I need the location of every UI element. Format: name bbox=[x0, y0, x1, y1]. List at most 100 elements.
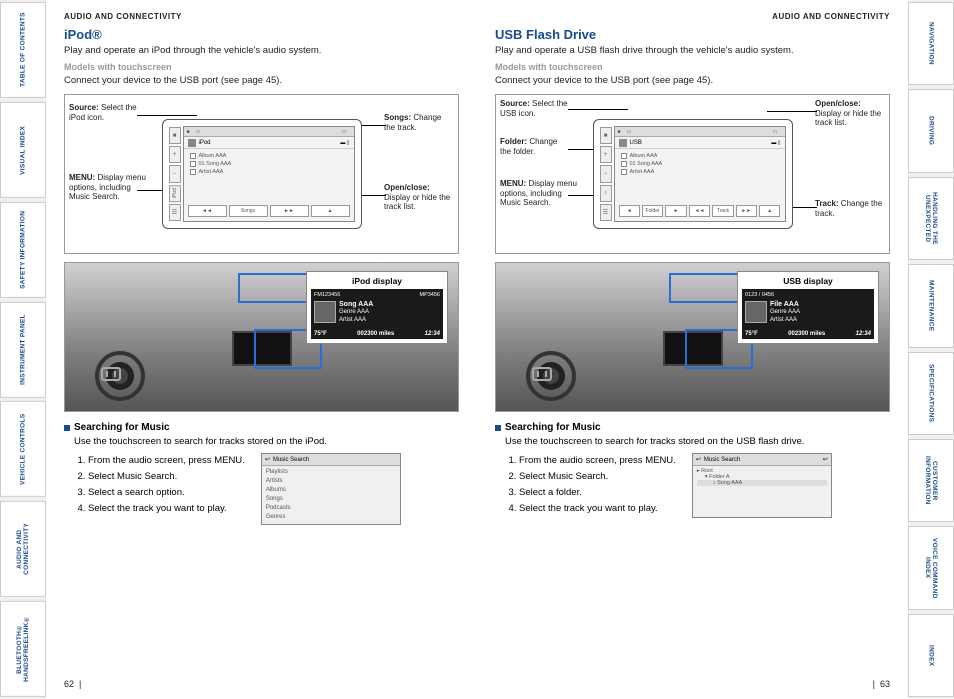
now-playing-title: Song AAA bbox=[339, 300, 373, 309]
honda-logo-icon bbox=[532, 367, 552, 381]
section-title-ipod: iPod® bbox=[64, 27, 459, 42]
tab-maintenance[interactable]: MAINTENANCE bbox=[908, 264, 954, 347]
side-btn[interactable]: ☰ bbox=[600, 204, 612, 221]
usb-icon bbox=[619, 139, 627, 147]
folder-prev-button[interactable]: ◄ bbox=[619, 205, 640, 217]
connect-text: Connect your device to the USB port (see… bbox=[64, 75, 459, 86]
side-btn[interactable]: ■ bbox=[169, 127, 181, 144]
side-btn[interactable]: + bbox=[169, 146, 181, 163]
subsection-searching: Searching for Music bbox=[495, 422, 890, 433]
connect-text: Connect your device to the USB port (see… bbox=[495, 75, 890, 86]
side-btn[interactable]: ■ bbox=[600, 127, 612, 144]
prev-button[interactable]: ◄◄ bbox=[188, 205, 227, 217]
step: Select a search option. bbox=[88, 485, 245, 501]
next-button[interactable]: ►► bbox=[270, 205, 309, 217]
step: Select the track you want to play. bbox=[519, 501, 676, 517]
side-btn[interactable]: − bbox=[600, 165, 612, 182]
album-art-icon bbox=[745, 301, 767, 323]
music-search-screenshot: ↩Music Search↩ ▸ Root ▾ Folder A ♪ Song … bbox=[692, 453, 832, 518]
searching-body: Use the touchscreen to search for tracks… bbox=[64, 436, 459, 447]
tab-bluetooth[interactable]: BLUETOOTH® HANDSFREELINK® bbox=[0, 601, 46, 697]
step: Select the track you want to play. bbox=[88, 501, 245, 517]
step: Select Music Search. bbox=[519, 469, 676, 485]
now-playing-title: File AAA bbox=[770, 300, 800, 309]
subhead-models: Models with touchscreen bbox=[64, 62, 459, 72]
side-btn[interactable]: − bbox=[169, 165, 181, 182]
track-next-button[interactable]: ►► bbox=[736, 205, 757, 217]
closeup-title: iPod display bbox=[311, 276, 443, 286]
tab-audio-connectivity[interactable]: AUDIO AND CONNECTIVITY bbox=[0, 501, 46, 597]
tab-safety[interactable]: SAFETY INFORMATION bbox=[0, 202, 46, 298]
screen-sidebar: ■ + − iPod ☰ bbox=[169, 126, 181, 222]
left-tab-rail: TABLE OF CONTENTS VISUAL INDEX SAFETY IN… bbox=[0, 0, 46, 699]
section-title-usb: USB Flash Drive bbox=[495, 27, 890, 42]
page-spread: AUDIO AND CONNECTIVITY iPod® Play and op… bbox=[46, 0, 908, 699]
page-left: AUDIO AND CONNECTIVITY iPod® Play and op… bbox=[46, 0, 477, 699]
callout-menu: MENU: Display menu options, including Mu… bbox=[69, 173, 149, 202]
tab-instrument[interactable]: INSTRUMENT PANEL bbox=[0, 302, 46, 398]
track-prev-button[interactable]: ◄◄ bbox=[689, 205, 710, 217]
tab-driving[interactable]: DRIVING bbox=[908, 89, 954, 172]
subhead-models: Models with touchscreen bbox=[495, 62, 890, 72]
intro-text: Play and operate an iPod through the veh… bbox=[64, 45, 459, 56]
track-list: Album AAA 01 Song AAA Artist AAA bbox=[615, 149, 785, 179]
openclose-button[interactable]: ▲ bbox=[311, 205, 350, 217]
dashboard-photo: USB display 0123 / 0456 File AAA Genre A… bbox=[495, 262, 890, 412]
track-button[interactable]: Track bbox=[712, 205, 733, 217]
intro-text: Play and operate a USB flash drive throu… bbox=[495, 45, 890, 56]
tab-navigation[interactable]: NAVIGATION bbox=[908, 2, 954, 85]
tab-vehicle-controls[interactable]: VEHICLE CONTROLS bbox=[0, 401, 46, 497]
subsection-searching: Searching for Music bbox=[64, 422, 459, 433]
tab-toc[interactable]: TABLE OF CONTENTS bbox=[0, 2, 46, 98]
callout-openclose: Open/close: Display or hide the track li… bbox=[815, 99, 885, 128]
screen-sidebar: ■ + − ♪ ☰ bbox=[600, 126, 612, 222]
page-number: | 63 bbox=[873, 679, 890, 689]
side-btn[interactable]: ☰ bbox=[169, 204, 181, 221]
callout-track: Track: Change the track. bbox=[815, 199, 885, 218]
dashboard-photo: iPod display FM123456MP3456 Song AAA Gen… bbox=[64, 262, 459, 412]
source-label: USB bbox=[630, 140, 642, 146]
album-art-icon bbox=[314, 301, 336, 323]
side-btn[interactable]: ♪ bbox=[600, 185, 612, 202]
tab-visual-index[interactable]: VISUAL INDEX bbox=[0, 102, 46, 198]
folder-button[interactable]: Folder bbox=[642, 205, 663, 217]
tab-index[interactable]: INDEX bbox=[908, 614, 954, 697]
page-number: 62 | bbox=[64, 679, 81, 689]
side-label-ipod: iPod bbox=[169, 185, 181, 202]
page-right: AUDIO AND CONNECTIVITY USB Flash Drive P… bbox=[477, 0, 908, 699]
touchscreen-mock: ■ + − iPod ☰ ■▭▭ iPod▬ ▯ Album AAA 01 So… bbox=[162, 119, 362, 229]
touchscreen-mock: ■ + − ♪ ☰ ■▭▭ USB▬ ▯ Album AAA 01 Song A… bbox=[593, 119, 793, 229]
running-header-left: AUDIO AND CONNECTIVITY bbox=[64, 12, 459, 21]
callout-diagram-usb: Source: Select the USB icon. Folder: Cha… bbox=[495, 94, 890, 254]
callout-openclose: Open/close: Display or hide the track li… bbox=[384, 183, 454, 212]
music-search-screenshot: ↩Music Search Playlists Artists Albums S… bbox=[261, 453, 401, 525]
step: From the audio screen, press MENU. bbox=[88, 453, 245, 469]
step: From the audio screen, press MENU. bbox=[519, 453, 676, 469]
folder-next-button[interactable]: ► bbox=[665, 205, 686, 217]
callout-folder: Folder: Change the folder. bbox=[500, 137, 570, 156]
source-label: iPod bbox=[199, 140, 211, 146]
closeup-title: USB display bbox=[742, 276, 874, 286]
tab-voice-command[interactable]: VOICE COMMAND INDEX bbox=[908, 526, 954, 609]
step: Select Music Search. bbox=[88, 469, 245, 485]
ipod-icon bbox=[188, 139, 196, 147]
openclose-button[interactable]: ▲ bbox=[759, 205, 780, 217]
honda-logo-icon bbox=[101, 367, 121, 381]
tab-specifications[interactable]: SPECIFICATIONS bbox=[908, 352, 954, 435]
track-list: Album AAA 01 Song AAA Artist AAA bbox=[184, 149, 354, 179]
steps-list: From the audio screen, press MENU. Selec… bbox=[495, 453, 676, 518]
right-tab-rail: NAVIGATION DRIVING HANDLING THE UNEXPECT… bbox=[908, 0, 954, 699]
callout-diagram-ipod: Source: Select the iPod icon. MENU: Disp… bbox=[64, 94, 459, 254]
callout-songs: Songs: Change the track. bbox=[384, 113, 454, 132]
steps-list: From the audio screen, press MENU. Selec… bbox=[64, 453, 245, 525]
callout-source: Source: Select the USB icon. bbox=[500, 99, 570, 118]
callout-source: Source: Select the iPod icon. bbox=[69, 103, 139, 122]
tab-customer-info[interactable]: CUSTOMER INFORMATION bbox=[908, 439, 954, 522]
side-btn[interactable]: + bbox=[600, 146, 612, 163]
display-closeup: USB display 0123 / 0456 File AAA Genre A… bbox=[737, 271, 879, 344]
searching-body: Use the touchscreen to search for tracks… bbox=[495, 436, 890, 447]
tab-handling[interactable]: HANDLING THE UNEXPECTED bbox=[908, 177, 954, 260]
songs-button[interactable]: Songs bbox=[229, 205, 268, 217]
callout-menu: MENU: Display menu options, including Mu… bbox=[500, 179, 580, 208]
display-closeup: iPod display FM123456MP3456 Song AAA Gen… bbox=[306, 271, 448, 344]
